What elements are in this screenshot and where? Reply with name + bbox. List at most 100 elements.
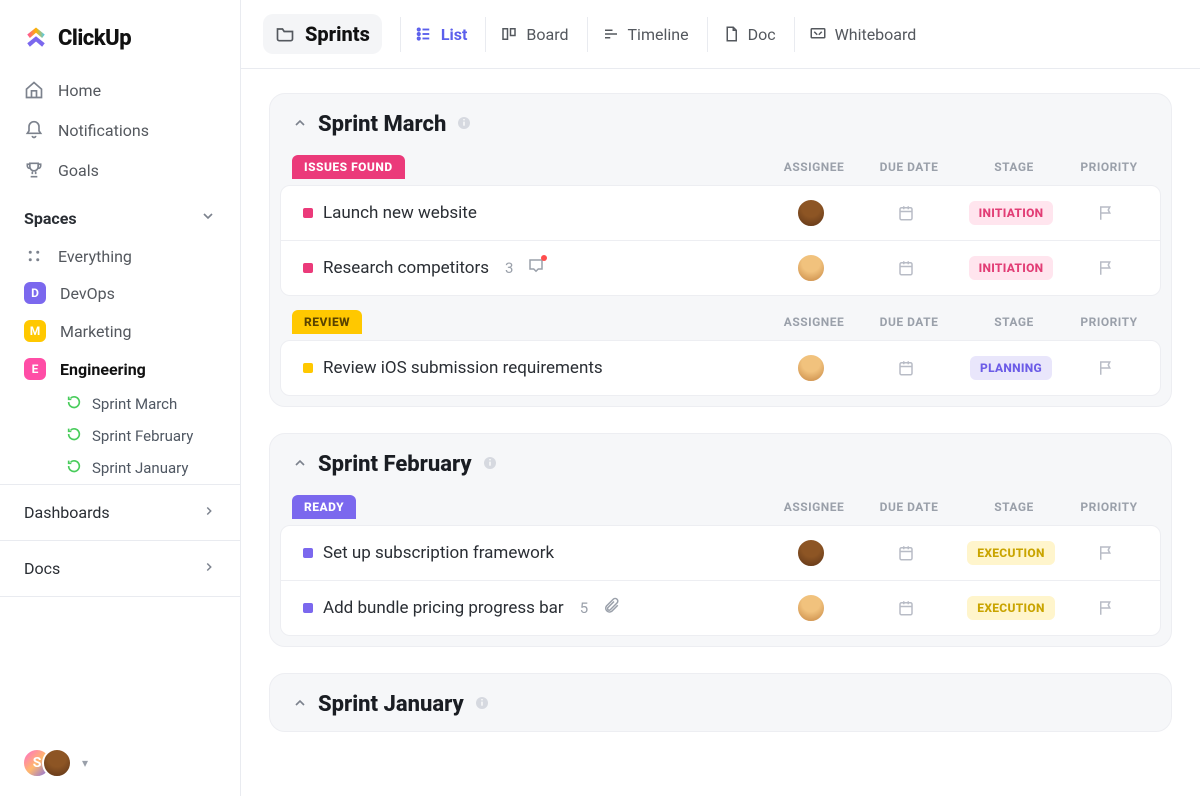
sprint-header[interactable]: Sprint March	[270, 94, 1171, 151]
view-tab-timeline[interactable]: Timeline	[587, 17, 703, 52]
brand-logo[interactable]: ClickUp	[0, 0, 240, 70]
stage-tag: INITIATION	[969, 201, 1054, 225]
col-head-assignee: ASSIGNEE	[769, 315, 859, 329]
status-group: REVIEW ASSIGNEE DUE DATE STAGE PRIORITY …	[270, 306, 1171, 406]
nav-docs[interactable]: Docs	[0, 540, 240, 597]
comment-icon[interactable]	[527, 257, 545, 279]
sidebar: ClickUp Home Notifications Goals	[0, 0, 241, 796]
cell-assignee[interactable]	[766, 593, 856, 623]
status-pill[interactable]: REVIEW	[292, 310, 362, 334]
stage-tag: EXECUTION	[967, 596, 1054, 620]
nav-goals-label: Goals	[58, 161, 99, 180]
spaces-header[interactable]: Spaces	[0, 190, 240, 238]
task-row[interactable]: Review iOS submission requirements PLANN…	[280, 340, 1161, 396]
nav-home[interactable]: Home	[10, 70, 230, 110]
task-row[interactable]: Research competitors 3 INITIATION	[280, 241, 1161, 296]
view-tab-board[interactable]: Board	[485, 17, 582, 52]
brand-name: ClickUp	[58, 26, 131, 51]
status-group: READY ASSIGNEE DUE DATE STAGE PRIORITY S…	[270, 491, 1171, 646]
cell-due-date[interactable]	[856, 204, 956, 222]
col-head-due: DUE DATE	[859, 500, 959, 514]
nav-dashboards[interactable]: Dashboards	[0, 484, 240, 540]
col-head-due: DUE DATE	[859, 160, 959, 174]
info-icon[interactable]	[474, 695, 490, 715]
col-head-stage: STAGE	[959, 500, 1069, 514]
nav-dashboards-label: Dashboards	[24, 503, 110, 522]
folder-label: Sprint February	[92, 427, 193, 445]
home-icon	[24, 80, 44, 100]
cell-priority[interactable]	[1066, 204, 1146, 222]
cell-stage[interactable]: EXECUTION	[956, 596, 1066, 620]
attachment-icon[interactable]	[602, 597, 620, 619]
task-title: Add bundle pricing progress bar	[323, 598, 564, 618]
folder-sprint-january[interactable]: Sprint January	[56, 452, 220, 484]
avatar-stack: S	[22, 748, 72, 778]
sprint-header[interactable]: Sprint January	[270, 674, 1171, 731]
chevron-down-icon	[200, 208, 216, 228]
nav-notifications[interactable]: Notifications	[10, 110, 230, 150]
space-badge-engineering: E	[24, 358, 46, 380]
sprint-card: Sprint February READY ASSIGNEE DUE DATE …	[269, 433, 1172, 647]
info-icon[interactable]	[482, 455, 498, 475]
chevron-up-icon	[292, 455, 308, 475]
space-devops[interactable]: D DevOps	[10, 274, 230, 312]
cell-due-date[interactable]	[856, 259, 956, 277]
info-icon[interactable]	[456, 115, 472, 135]
cell-stage[interactable]: PLANNING	[956, 356, 1066, 380]
status-pill[interactable]: ISSUES FOUND	[292, 155, 405, 179]
cell-stage[interactable]: EXECUTION	[956, 541, 1066, 565]
cell-priority[interactable]	[1066, 359, 1146, 377]
cell-stage[interactable]: INITIATION	[956, 201, 1066, 225]
task-title: Set up subscription framework	[323, 543, 554, 563]
cell-priority[interactable]	[1066, 599, 1146, 617]
cell-due-date[interactable]	[856, 359, 956, 377]
task-row[interactable]: Launch new website INITIATION	[280, 185, 1161, 241]
status-square	[303, 263, 313, 273]
avatar	[796, 593, 826, 623]
content-area: Sprint March ISSUES FOUND ASSIGNEE DUE D…	[241, 69, 1200, 782]
status-square	[303, 208, 313, 218]
sprint-header[interactable]: Sprint February	[270, 434, 1171, 491]
list-icon	[415, 25, 433, 43]
cell-priority[interactable]	[1066, 259, 1146, 277]
cell-assignee[interactable]	[766, 253, 856, 283]
cell-stage[interactable]: INITIATION	[956, 256, 1066, 280]
view-tab-doc[interactable]: Doc	[707, 17, 790, 52]
view-tab-list[interactable]: List	[400, 17, 482, 52]
space-engineering[interactable]: E Engineering	[10, 350, 230, 388]
cell-assignee[interactable]	[766, 353, 856, 383]
col-head-assignee: ASSIGNEE	[769, 500, 859, 514]
view-tabs: List Board Timeline	[400, 17, 930, 52]
space-marketing[interactable]: M Marketing	[10, 312, 230, 350]
cell-assignee[interactable]	[766, 538, 856, 568]
cell-due-date[interactable]	[856, 599, 956, 617]
view-tab-label: Doc	[748, 25, 776, 44]
stage-tag: PLANNING	[970, 356, 1052, 380]
status-pill[interactable]: READY	[292, 495, 356, 519]
cell-priority[interactable]	[1066, 544, 1146, 562]
chevron-down-icon: ▾	[82, 756, 88, 770]
doc-icon	[722, 25, 740, 43]
view-tab-whiteboard[interactable]: Whiteboard	[794, 17, 931, 52]
space-badge-marketing: M	[24, 320, 46, 342]
stage-tag: INITIATION	[969, 256, 1054, 280]
space-everything[interactable]: Everything	[10, 238, 230, 274]
clickup-logo-icon	[22, 24, 50, 52]
nav-goals[interactable]: Goals	[10, 150, 230, 190]
folder-sprint-march[interactable]: Sprint March	[56, 388, 220, 420]
task-count: 5	[580, 599, 588, 617]
task-row[interactable]: Add bundle pricing progress bar 5 EXECUT…	[280, 581, 1161, 636]
topbar: Sprints List Board	[241, 0, 1200, 69]
breadcrumb-folder[interactable]: Sprints	[263, 14, 382, 54]
cell-due-date[interactable]	[856, 544, 956, 562]
folder-sprint-february[interactable]: Sprint February	[56, 420, 220, 452]
chevron-up-icon	[292, 115, 308, 135]
user-menu[interactable]: S ▾	[22, 748, 88, 778]
avatar	[796, 538, 826, 568]
col-head-stage: STAGE	[959, 160, 1069, 174]
view-tab-label: Board	[526, 25, 568, 44]
task-title: Research competitors	[323, 258, 489, 278]
cell-assignee[interactable]	[766, 198, 856, 228]
task-row[interactable]: Set up subscription framework EXECUTION	[280, 525, 1161, 581]
status-square	[303, 603, 313, 613]
